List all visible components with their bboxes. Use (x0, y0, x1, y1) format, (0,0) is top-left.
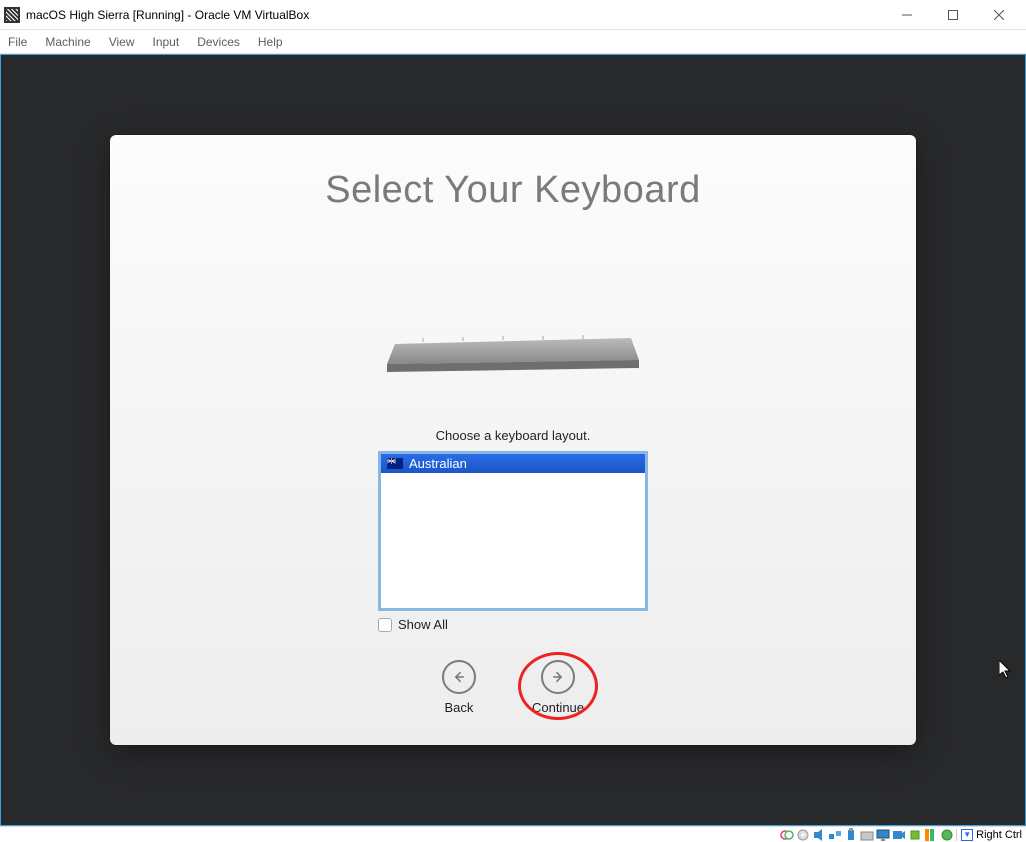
keyboard-captured-icon[interactable] (940, 828, 954, 842)
host-key-indicator[interactable]: ▼ Right Ctrl (956, 829, 1022, 841)
processor-icon[interactable] (908, 828, 922, 842)
installer-panel: Select Your Keyboard Choose a keyboard l… (110, 135, 916, 745)
back-arrow-icon (442, 660, 476, 694)
menu-view[interactable]: View (109, 35, 135, 49)
layout-option-australian[interactable]: Australian (381, 454, 645, 473)
continue-label: Continue (532, 700, 584, 715)
choose-layout-label: Choose a keyboard layout. (140, 428, 886, 443)
keyboard-layout-list[interactable]: Australian (378, 451, 648, 611)
statusbar: ▼ Right Ctrl (0, 826, 1026, 842)
menubar: File Machine View Input Devices Help (0, 30, 1026, 54)
usb-icon[interactable] (844, 828, 858, 842)
mouse-cursor-icon (999, 660, 1013, 680)
optical-disk-icon[interactable] (796, 828, 810, 842)
minimize-button[interactable] (884, 0, 930, 30)
layout-label: Australian (409, 456, 467, 471)
shared-folders-icon[interactable] (860, 828, 874, 842)
page-title: Select Your Keyboard (140, 169, 886, 212)
vm-display: Select Your Keyboard Choose a keyboard l… (0, 54, 1026, 826)
host-key-label: Right Ctrl (976, 829, 1022, 841)
show-all-row: Show All (378, 617, 648, 632)
close-button[interactable] (976, 0, 1022, 30)
titlebar: macOS High Sierra [Running] - Oracle VM … (0, 0, 1026, 30)
show-all-checkbox[interactable] (378, 618, 392, 632)
network-icon[interactable] (828, 828, 842, 842)
keyboard-illustration (383, 330, 643, 378)
back-button[interactable]: Back (442, 660, 476, 715)
window-controls (884, 0, 1022, 30)
maximize-button[interactable] (930, 0, 976, 30)
display-icon[interactable] (876, 828, 890, 842)
virtualbox-app-icon (4, 7, 20, 23)
menu-input[interactable]: Input (153, 35, 180, 49)
menu-machine[interactable]: Machine (45, 35, 90, 49)
menu-help[interactable]: Help (258, 35, 283, 49)
nav-buttons: Back Continue (140, 660, 886, 715)
flag-au-icon (387, 458, 403, 469)
continue-button[interactable]: Continue (532, 660, 584, 715)
audio-icon[interactable] (812, 828, 826, 842)
continue-arrow-icon (541, 660, 575, 694)
back-label: Back (445, 700, 474, 715)
recording-icon[interactable] (892, 828, 906, 842)
window-title: macOS High Sierra [Running] - Oracle VM … (26, 8, 884, 22)
menu-devices[interactable]: Devices (197, 35, 240, 49)
menu-file[interactable]: File (8, 35, 27, 49)
hard-disk-icon[interactable] (780, 828, 794, 842)
show-all-label: Show All (398, 617, 448, 632)
down-arrow-icon: ▼ (961, 829, 973, 841)
mouse-integration-icon[interactable] (924, 828, 938, 842)
